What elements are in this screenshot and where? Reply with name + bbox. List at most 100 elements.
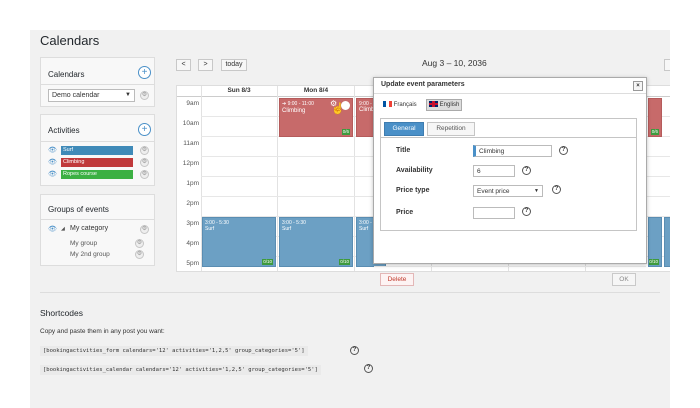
calendar-shortcode[interactable]: [bookingactivities_calendar calendars='1… xyxy=(40,365,321,375)
page-frame: Calendars Calendars + Demo calendar ▼ ⚙ … xyxy=(30,30,670,408)
grid-line xyxy=(354,86,355,271)
lang-fr[interactable]: Français xyxy=(380,99,420,111)
title-input[interactable]: Climbing xyxy=(473,145,552,157)
divider xyxy=(381,137,636,138)
help-icon[interactable]: ? xyxy=(522,166,531,175)
event-climbing-right[interactable]: 0/6 xyxy=(648,98,662,137)
group-item[interactable]: My 2nd group xyxy=(70,251,110,258)
view-button[interactable] xyxy=(664,59,670,71)
divider xyxy=(40,292,660,293)
today-button[interactable]: today xyxy=(221,59,247,71)
close-button[interactable]: × xyxy=(633,81,643,91)
time-label: 12pm xyxy=(182,160,199,167)
delete-button[interactable]: Delete xyxy=(380,273,414,286)
calendar-select-value: Demo calendar xyxy=(52,92,100,99)
prev-button[interactable]: < xyxy=(176,59,191,71)
calendar-range-title: Aug 3 – 10, 2036 xyxy=(422,58,487,68)
help-icon[interactable]: ? xyxy=(364,364,373,373)
divider xyxy=(374,93,646,94)
help-icon[interactable]: ? xyxy=(522,207,531,216)
calendars-box-title: Calendars xyxy=(48,70,85,79)
event-surf[interactable] xyxy=(664,217,670,267)
next-button[interactable]: > xyxy=(198,59,213,71)
time-label: 5pm xyxy=(186,260,199,267)
eye-icon[interactable]: 👁 xyxy=(48,158,57,166)
calendar-select[interactable]: Demo calendar ▼ xyxy=(48,89,135,102)
event-surf[interactable]: 3:00 - 5:30 Surf 0/10 xyxy=(202,217,276,267)
divider xyxy=(374,266,646,267)
activity-item-ropes-course[interactable]: Ropes course xyxy=(61,170,133,179)
update-event-dialog: Update event parameters × Français Engli… xyxy=(373,77,647,286)
price-type-select[interactable]: Event price ▼ xyxy=(473,185,543,197)
availability-badge: 0/10 xyxy=(339,259,350,265)
lang-label: Français xyxy=(393,102,417,108)
activities-box-title: Activities xyxy=(48,126,80,135)
availability-input[interactable]: 6 xyxy=(473,165,515,177)
grid-line xyxy=(277,86,278,271)
lang-en[interactable]: English xyxy=(426,99,463,111)
activities-box: Activities + 👁 Surf ⚙ 👁 Climbing ⚙ 👁 Rop… xyxy=(40,114,155,186)
group-settings-icon[interactable]: ⚙ xyxy=(135,250,144,259)
availability-badge: 0/10 xyxy=(262,259,273,265)
group-settings-icon[interactable]: ⚙ xyxy=(135,239,144,248)
price-type-label: Price type xyxy=(396,187,430,194)
calendars-box: Calendars + Demo calendar ▼ ⚙ xyxy=(40,57,155,107)
eye-icon[interactable]: 👁 xyxy=(48,146,57,154)
form-shortcode[interactable]: [bookingactivities_form calendars='12' a… xyxy=(40,346,308,356)
time-label: 3pm xyxy=(186,220,199,227)
time-label: 11am xyxy=(183,140,199,147)
group-item[interactable]: My group xyxy=(70,240,97,247)
add-activity-icon[interactable]: + xyxy=(138,123,151,136)
cursor-hand-icon: ☝ xyxy=(331,103,345,115)
shortcodes-title: Shortcodes xyxy=(40,308,83,318)
availability-label: Availability xyxy=(396,167,433,174)
day-header: Sun 8/3 xyxy=(227,87,251,94)
eye-icon[interactable]: 👁 xyxy=(48,225,57,233)
add-calendar-icon[interactable]: + xyxy=(138,66,151,79)
groups-box: Groups of events 👁 ◢ My category ⚙ My gr… xyxy=(40,194,155,266)
activity-item-climbing[interactable]: Climbing xyxy=(61,158,133,167)
calendar-settings-icon[interactable]: ⚙ xyxy=(140,91,149,100)
tab-general[interactable]: General xyxy=(384,122,424,136)
availability-badge: 0/6 xyxy=(650,129,659,135)
event-title: Surf xyxy=(282,226,292,232)
price-label: Price xyxy=(396,209,414,216)
price-type-value: Event price xyxy=(477,188,510,195)
time-label: 4pm xyxy=(186,240,199,247)
help-icon[interactable]: ? xyxy=(350,346,359,355)
group-category-label: My category xyxy=(70,225,109,232)
shortcodes-description: Copy and paste them in any post you want… xyxy=(40,328,165,335)
day-header: Mon 8/4 xyxy=(303,87,329,94)
activity-item-surf[interactable]: Surf xyxy=(61,146,133,155)
time-label: 9am xyxy=(186,100,199,107)
help-icon[interactable]: ? xyxy=(552,185,561,194)
category-settings-icon[interactable]: ⚙ xyxy=(140,225,149,234)
activity-settings-icon[interactable]: ⚙ xyxy=(140,170,149,179)
price-input[interactable] xyxy=(473,207,515,219)
ok-button[interactable]: OK xyxy=(612,273,636,286)
groups-box-title: Groups of events xyxy=(48,205,109,214)
availability-badge: 0/6 xyxy=(341,129,350,135)
page-title: Calendars xyxy=(40,33,100,48)
eye-icon[interactable]: 👁 xyxy=(48,170,57,178)
availability-badge: 0/10 xyxy=(649,259,659,265)
tab-repetition[interactable]: Repetition xyxy=(427,122,475,136)
time-label: 2pm xyxy=(186,200,199,207)
time-label: 10am xyxy=(182,120,199,127)
event-surf[interactable]: 0/10 xyxy=(648,217,662,267)
activity-settings-icon[interactable]: ⚙ xyxy=(140,146,149,155)
lang-label: English xyxy=(439,102,460,108)
caret-icon[interactable]: ◢ xyxy=(61,226,65,232)
divider xyxy=(41,219,154,220)
event-surf[interactable]: 3:00 - 5:30 Surf 0/10 xyxy=(279,217,353,267)
time-label: 1pm xyxy=(186,180,199,187)
dialog-title: Update event parameters xyxy=(381,81,465,88)
tabs-panel: General Repetition Title Climbing ? Avai… xyxy=(380,118,637,231)
divider xyxy=(41,84,154,85)
help-icon[interactable]: ? xyxy=(559,146,568,155)
chevron-down-icon: ▼ xyxy=(125,92,131,98)
activity-settings-icon[interactable]: ⚙ xyxy=(140,158,149,167)
title-label: Title xyxy=(396,147,411,154)
divider xyxy=(41,141,154,142)
uk-flag-icon xyxy=(429,101,438,108)
